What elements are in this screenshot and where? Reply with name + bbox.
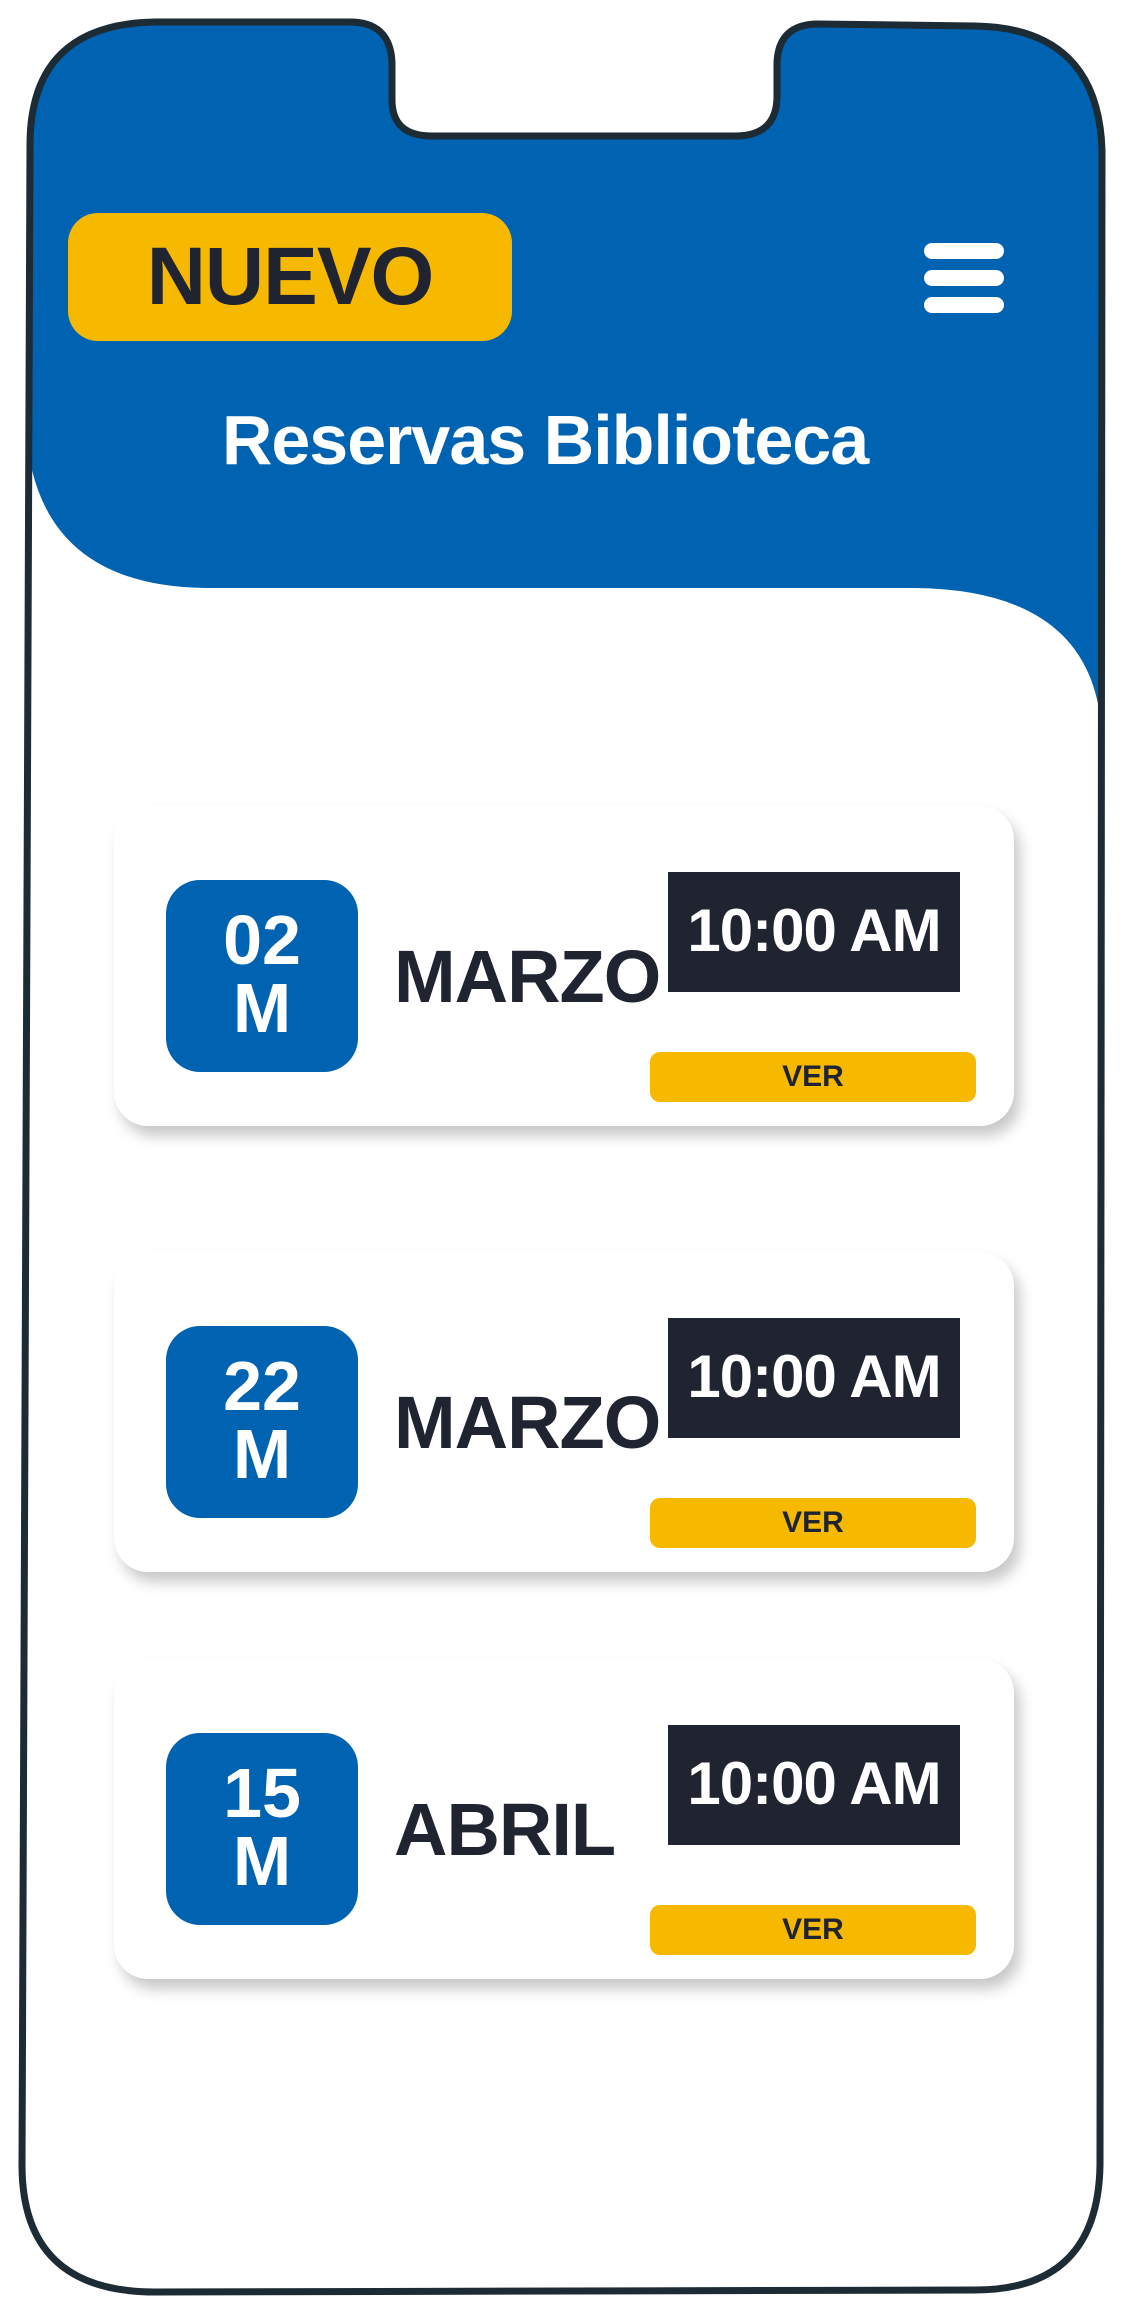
date-box: 15 M xyxy=(166,1733,358,1925)
date-day: 22 xyxy=(223,1347,301,1425)
reservation-card[interactable]: 15 M ABRIL 10:00 AM VER xyxy=(114,1659,1014,1979)
reservation-card[interactable]: 02 M MARZO 10:00 AM VER xyxy=(114,806,1014,1126)
time-label: 10:00 AM xyxy=(668,1318,960,1438)
time-label: 10:00 AM xyxy=(668,872,960,992)
menu-bar xyxy=(924,297,1004,313)
page-title: Reservas Biblioteca xyxy=(221,401,869,479)
time-label: 10:00 AM xyxy=(668,1725,960,1845)
view-button[interactable]: VER xyxy=(650,1052,976,1102)
header-background xyxy=(30,22,1102,740)
month-label: MARZO xyxy=(394,1381,661,1464)
date-box: 22 M xyxy=(166,1326,358,1518)
month-label: MARZO xyxy=(394,935,661,1018)
menu-bar xyxy=(924,243,1004,259)
date-box: 02 M xyxy=(166,880,358,1072)
new-badge[interactable]: NUEVO xyxy=(68,213,512,341)
reservation-card[interactable]: 22 M MARZO 10:00 AM VER xyxy=(114,1252,1014,1572)
menu-bar xyxy=(924,270,1004,286)
date-suffix: M xyxy=(232,1822,292,1900)
date-suffix: M xyxy=(232,969,292,1047)
month-label: ABRIL xyxy=(394,1788,616,1871)
date-day: 02 xyxy=(223,901,301,979)
date-suffix: M xyxy=(232,1415,292,1493)
hamburger-menu-icon[interactable] xyxy=(924,243,1004,313)
view-button[interactable]: VER xyxy=(650,1905,976,1955)
view-button[interactable]: VER xyxy=(650,1498,976,1548)
date-day: 15 xyxy=(223,1754,301,1832)
